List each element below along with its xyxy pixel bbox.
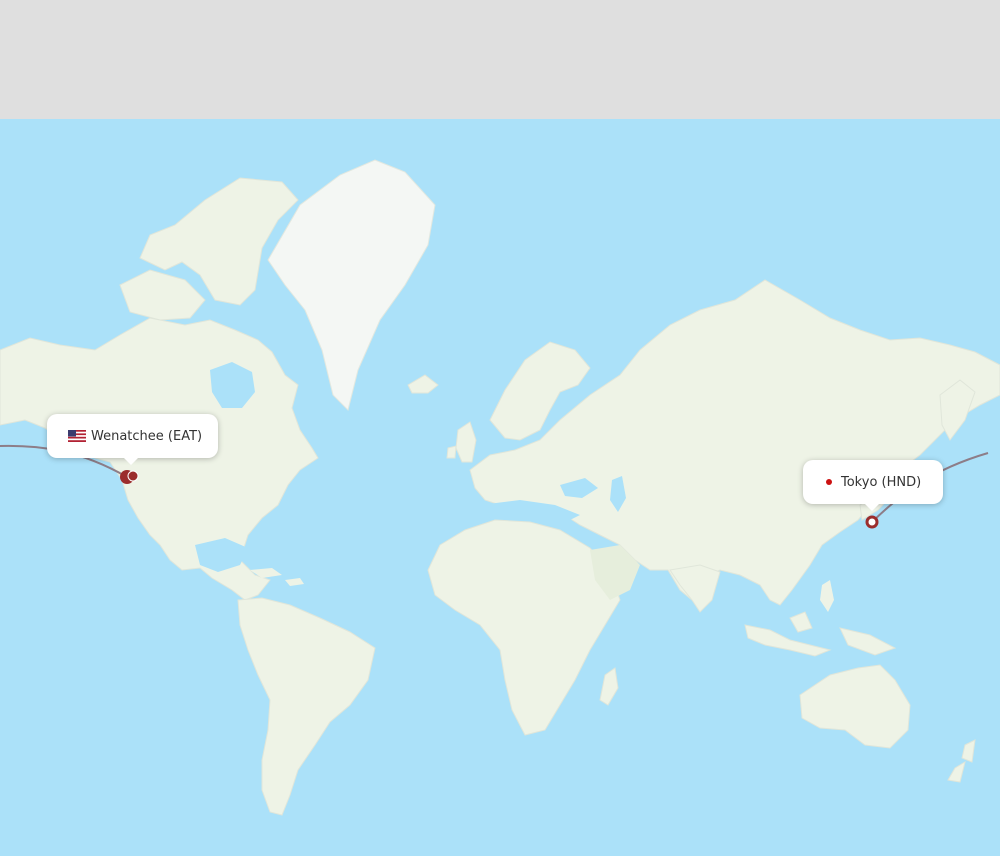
us-flag-icon <box>68 430 86 442</box>
red-dot-icon <box>826 479 832 485</box>
destination-label[interactable]: Tokyo (HND) <box>803 460 943 511</box>
origin-label-text: Wenatchee (EAT) <box>91 428 203 444</box>
destination-label-text: Tokyo (HND) <box>841 474 922 490</box>
top-band <box>0 0 1000 119</box>
map-page: Wenatchee (EAT) Tokyo (HND) <box>0 0 1000 856</box>
destination-marker[interactable] <box>865 515 879 529</box>
origin-label[interactable]: Wenatchee (EAT) <box>47 414 218 465</box>
